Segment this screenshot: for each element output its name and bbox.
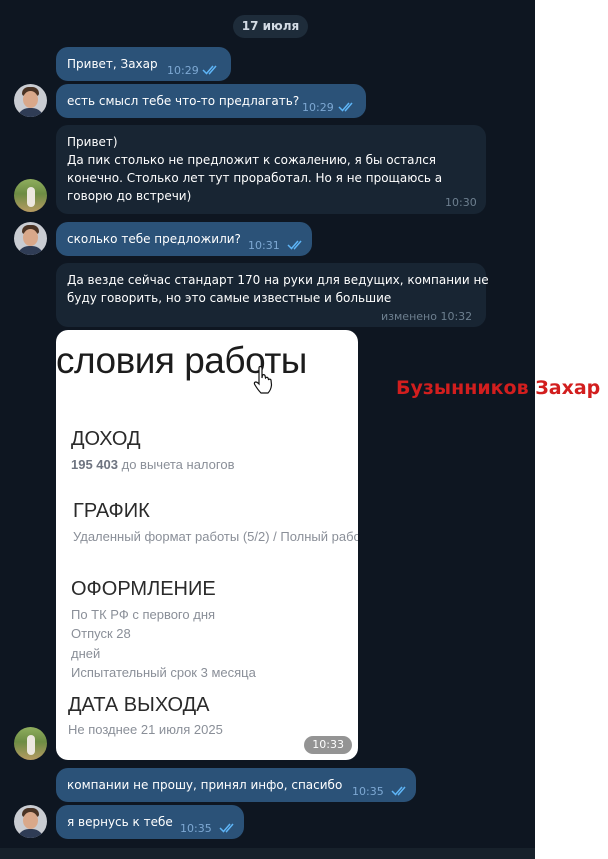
message-text: есть смысл тебе что-то предлагать? [67,94,300,108]
income-note: до вычета налогов [121,457,235,472]
message-time-edited: изменено 10:32 [381,310,473,323]
message-text: Привет, Захар [67,57,158,71]
start-date-text: Не позднее 21 июля 2025 [68,722,223,737]
message-time: 10:30 [445,196,477,209]
double-check-icon [287,240,302,250]
avatar[interactable] [14,222,47,255]
message-time: 10:31 [248,239,280,252]
registration-line: Отпуск 28 [71,626,131,641]
hand-pointer-icon [253,366,273,394]
message-text-line: Да пик столько не предложит к сожалению,… [67,153,437,167]
message-time: 10:35 [180,822,212,835]
message-time: 10:29 [167,64,199,77]
message-outgoing[interactable]: есть смысл тебе что-то предлагать? 10:29 [56,84,366,118]
message-text-line: говорю до встречи) [67,189,192,203]
avatar[interactable] [14,727,47,760]
overlay-name-caption: Бузынников Захар [396,377,601,399]
message-outgoing[interactable]: компании не прошу, принял инфо, спасибо … [56,768,416,802]
schedule-text: Удаленный формат работы (5/2) / Полный р… [73,529,358,544]
avatar[interactable] [14,179,47,212]
income-line: 195 403 до вычета налогов [71,455,235,475]
schedule-heading: ГРАФИК [73,500,150,522]
message-time: 10:35 [352,785,384,798]
message-text-line: конечно. Столько лет тут проработал. Но … [67,171,443,185]
message-incoming[interactable]: Привет) Да пик столько не предложит к со… [56,125,486,214]
avatar[interactable] [14,84,47,117]
registration-heading: ОФОРМЛЕНИЕ [71,578,216,600]
message-text-line: Да везде сейчас стандарт 170 на руки для… [67,273,489,287]
registration-line: Испытательный срок 3 месяца [71,665,256,680]
chat-panel: 17 июля Привет, Захар 10:29 есть смысл т… [0,0,535,859]
message-outgoing[interactable]: сколько тебе предложили? 10:31 [56,222,312,256]
double-check-icon [391,786,406,796]
message-text-line: Привет) [67,135,118,149]
message-time: 10:29 [302,101,334,114]
registration-line: дней [71,646,101,661]
double-check-icon [338,102,353,112]
message-text: я вернусь к тебе [67,815,173,829]
message-outgoing[interactable]: я вернусь к тебе 10:35 [56,805,244,839]
message-input-bar[interactable] [0,848,535,859]
image-message[interactable]: словия работы ДОХОД 195 403 до вычета на… [56,330,358,760]
message-text: сколько тебе предложили? [67,232,241,246]
income-amount: 195 403 [71,457,118,472]
double-check-icon [219,823,234,833]
income-heading: ДОХОД [71,428,141,450]
start-date-heading: ДАТА ВЫХОДА [68,694,210,716]
avatar[interactable] [14,805,47,838]
message-text: компании не прошу, принял инфо, спасибо [67,778,343,792]
registration-line: По ТК РФ с первого дня [71,607,216,622]
message-text-line: буду говорить, но это самые известные и … [67,291,392,305]
message-time: 10:33 [304,736,352,754]
date-separator: 17 июля [233,15,308,38]
double-check-icon [202,65,217,75]
message-incoming[interactable]: Да везде сейчас стандарт 170 на руки для… [56,263,489,327]
message-outgoing[interactable]: Привет, Захар 10:29 [56,47,231,81]
